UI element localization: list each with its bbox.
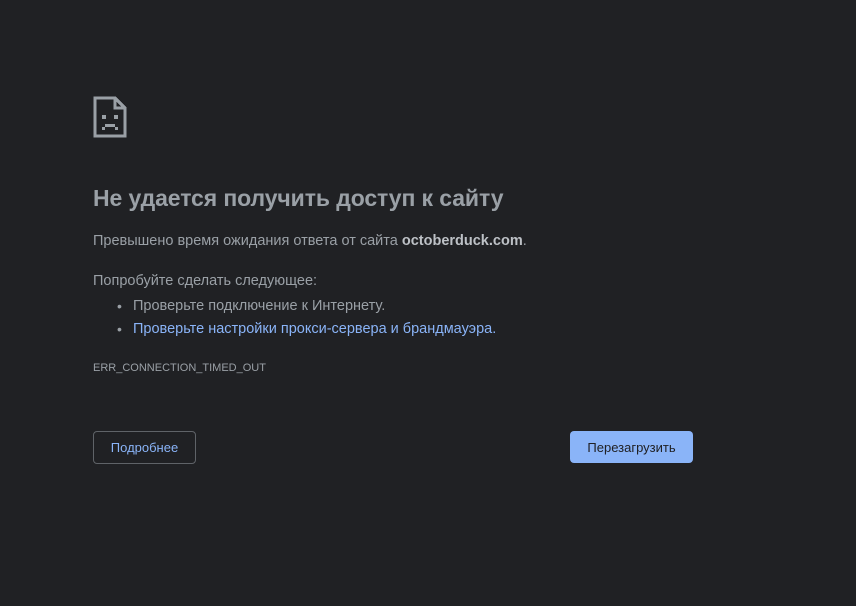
bullet-icon: • (117, 298, 122, 314)
error-page: Не удается получить доступ к сайту Превы… (0, 0, 856, 606)
suggestion-check-proxy-link[interactable]: • Проверьте настройки прокси-сервера и б… (117, 318, 496, 341)
error-title: Не удается получить доступ к сайту (93, 185, 504, 211)
reload-button[interactable]: Перезагрузить (570, 431, 693, 463)
suggestion-check-connection: • Проверьте подключение к Интернету. (117, 295, 496, 318)
suggestion-link-text[interactable]: Проверьте настройки прокси-сервера и бра… (133, 321, 496, 337)
suggestion-text: Проверьте подключение к Интернету. (133, 298, 386, 314)
error-description: Превышено время ожидания ответа от сайта… (93, 233, 527, 249)
sad-page-icon (93, 96, 127, 138)
description-suffix: . (522, 233, 527, 249)
bullet-icon: • (117, 321, 122, 337)
error-code: ERR_CONNECTION_TIMED_OUT (93, 362, 266, 374)
suggestions-heading: Попробуйте сделать следующее: (93, 273, 318, 289)
description-prefix: Превышено время ожидания ответа от сайта (93, 233, 402, 249)
details-button[interactable]: Подробнее (93, 431, 196, 464)
error-host: octoberduck.com (401, 233, 523, 249)
suggestions-list: • Проверьте подключение к Интернету. • П… (117, 295, 496, 341)
